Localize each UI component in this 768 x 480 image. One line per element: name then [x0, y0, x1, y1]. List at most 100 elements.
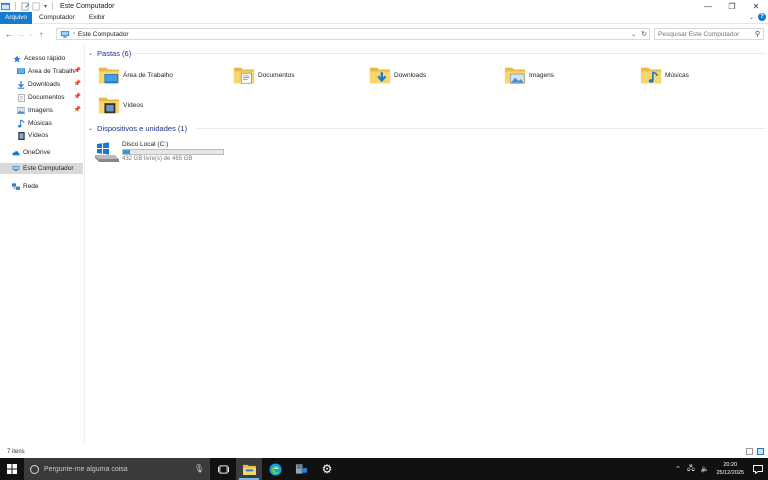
drive-free-space: 432 GB livre(s) de 465 GB	[122, 156, 193, 162]
taskbar-edge[interactable]	[262, 458, 288, 480]
nav-item-label: Imagens	[28, 107, 53, 114]
nav-item-videos[interactable]: Vídeos	[0, 130, 84, 141]
chevron-down-icon[interactable]: ⌄	[88, 125, 93, 132]
drive-disco-local-c[interactable]: Disco Local (C:) 432 GB livre(s) de 465 …	[94, 141, 294, 167]
tab-computador[interactable]: Computador	[32, 12, 82, 24]
close-button[interactable]: ✕	[744, 0, 768, 12]
task-view-icon	[217, 464, 229, 474]
action-center-button[interactable]	[748, 458, 768, 480]
folder-label: Músicas	[665, 71, 689, 79]
folder-label: Downloads	[394, 71, 427, 79]
nav-item-rede[interactable]: Rede	[0, 181, 84, 192]
microphone-icon[interactable]: 🎙	[194, 464, 204, 473]
expand-ribbon-icon[interactable]: ⌄	[749, 14, 754, 21]
desktop-folder-icon	[98, 67, 120, 84]
folder-label: Área de Trabalho	[123, 71, 173, 79]
recent-locations-button[interactable]: ⌄	[27, 28, 35, 40]
drive-usage-bar	[122, 149, 224, 155]
clock-date: 25/12/2025	[716, 470, 744, 476]
nav-item-este-computador[interactable]: Este Computador	[0, 163, 83, 174]
task-view-button[interactable]	[210, 458, 236, 480]
breadcrumb-separator-icon[interactable]: ›	[73, 31, 75, 37]
nav-item-label: Músicas	[28, 120, 52, 127]
start-button[interactable]	[0, 458, 24, 480]
folder-musicas[interactable]: Músicas	[640, 62, 760, 88]
tab-arquivo[interactable]: Arquivo	[0, 11, 33, 24]
maximize-button[interactable]: ❐	[720, 0, 744, 12]
group-divider	[196, 128, 766, 129]
new-folder-icon[interactable]	[32, 2, 41, 11]
taskbar-settings[interactable]: ⚙	[314, 458, 340, 480]
nav-item-area-de-trabalho[interactable]: Área de Trabalho 📌	[0, 66, 84, 77]
search-input[interactable]	[658, 30, 750, 38]
navigation-bar: ← → ⌄ ↑ › Este Computador ⌄ ↻ ⚲	[0, 27, 768, 41]
explorer-window-icon	[1, 2, 10, 10]
chevron-down-icon: ⌄	[28, 31, 34, 38]
arrow-left-icon: ←	[5, 29, 13, 39]
refresh-icon[interactable]: ↻	[641, 30, 647, 38]
address-dropdown-icon[interactable]: ⌄	[631, 31, 636, 38]
nav-item-label: Área de Trabalho	[28, 68, 75, 75]
nav-item-documentos[interactable]: Documentos 📌	[0, 92, 84, 103]
volume-icon[interactable]: 🔈	[701, 465, 710, 473]
nav-item-musicas[interactable]: Músicas	[0, 118, 84, 129]
back-button[interactable]: ←	[3, 28, 15, 40]
nav-item-label: OneDrive	[23, 149, 51, 156]
folder-documentos[interactable]: Documentos	[233, 62, 353, 88]
details-view-button[interactable]	[746, 448, 753, 455]
drive-name: Disco Local (C:)	[122, 141, 169, 148]
taskbar-server-manager[interactable]	[288, 458, 314, 480]
download-icon	[17, 80, 25, 89]
up-button[interactable]: ↑	[35, 28, 47, 40]
properties-icon[interactable]	[21, 2, 30, 11]
address-bar[interactable]: › Este Computador ⌄ ↻	[56, 28, 650, 40]
cortana-icon	[30, 464, 39, 474]
restore-icon: ❐	[728, 1, 736, 11]
help-icon[interactable]: ?	[758, 13, 766, 21]
nav-item-downloads[interactable]: Downloads 📌	[0, 79, 84, 90]
taskbar-file-explorer[interactable]	[236, 458, 262, 480]
folder-imagens[interactable]: Imagens	[504, 62, 624, 88]
pin-icon[interactable]: 📌	[74, 93, 81, 100]
minimize-icon: —	[704, 1, 712, 11]
breadcrumb-path[interactable]: Este Computador	[78, 31, 129, 38]
nav-item-imagens[interactable]: Imagens 📌	[0, 105, 84, 116]
notification-icon	[753, 464, 763, 474]
ribbon-right-controls: ⌄ ?	[749, 13, 766, 21]
pin-icon[interactable]: 📌	[74, 106, 81, 113]
close-icon: ✕	[752, 1, 760, 11]
large-icons-view-button[interactable]	[757, 448, 764, 455]
server-manager-icon	[295, 464, 307, 474]
search-icon[interactable]: ⚲	[755, 30, 760, 38]
group-header-dispositivos[interactable]: ⌄ Dispositivos e unidades (1)	[88, 123, 187, 133]
music-folder-icon	[640, 67, 662, 84]
nav-item-label: Documentos	[28, 94, 65, 101]
clock[interactable]: 20:20 25/12/2025	[716, 461, 744, 477]
folder-area-de-trabalho[interactable]: Área de Trabalho	[98, 62, 218, 88]
window-controls: — ❐ ✕	[696, 0, 768, 12]
item-count: 7 itens	[7, 449, 25, 455]
qat-dropdown-icon[interactable]: ▾	[44, 3, 47, 10]
desktop-icon	[17, 67, 25, 76]
chevron-up-icon[interactable]: ⌃	[675, 465, 681, 473]
pin-icon[interactable]: 📌	[74, 80, 81, 87]
nav-item-onedrive[interactable]: OneDrive	[0, 147, 84, 158]
chevron-down-icon[interactable]: ⌄	[88, 50, 93, 57]
minimize-button[interactable]: —	[696, 0, 720, 12]
drive-info: Disco Local (C:) 432 GB livre(s) de 465 …	[122, 141, 224, 167]
search-box[interactable]: ⚲	[654, 28, 764, 40]
taskbar-search-box[interactable]: Pergunte-me alguma coisa 🎙	[24, 458, 210, 480]
folder-downloads[interactable]: Downloads	[369, 62, 489, 88]
nav-item-acesso-rapido[interactable]: Acesso rápido	[0, 53, 84, 64]
forward-button[interactable]: →	[15, 28, 27, 40]
tab-exibir[interactable]: Exibir	[82, 12, 112, 24]
nav-item-label: Rede	[23, 183, 39, 190]
group-header-pastas[interactable]: ⌄ Pastas (6)	[88, 48, 131, 58]
network-tray-icon[interactable]: 🖧	[687, 464, 695, 475]
windows-logo-icon	[7, 464, 17, 474]
folder-label: Vídeos	[123, 101, 144, 109]
videos-folder-icon	[98, 97, 120, 114]
quick-access-toolbar: ▾	[0, 2, 56, 11]
folder-videos[interactable]: Vídeos	[98, 92, 218, 118]
pin-icon[interactable]: 📌	[74, 67, 81, 74]
